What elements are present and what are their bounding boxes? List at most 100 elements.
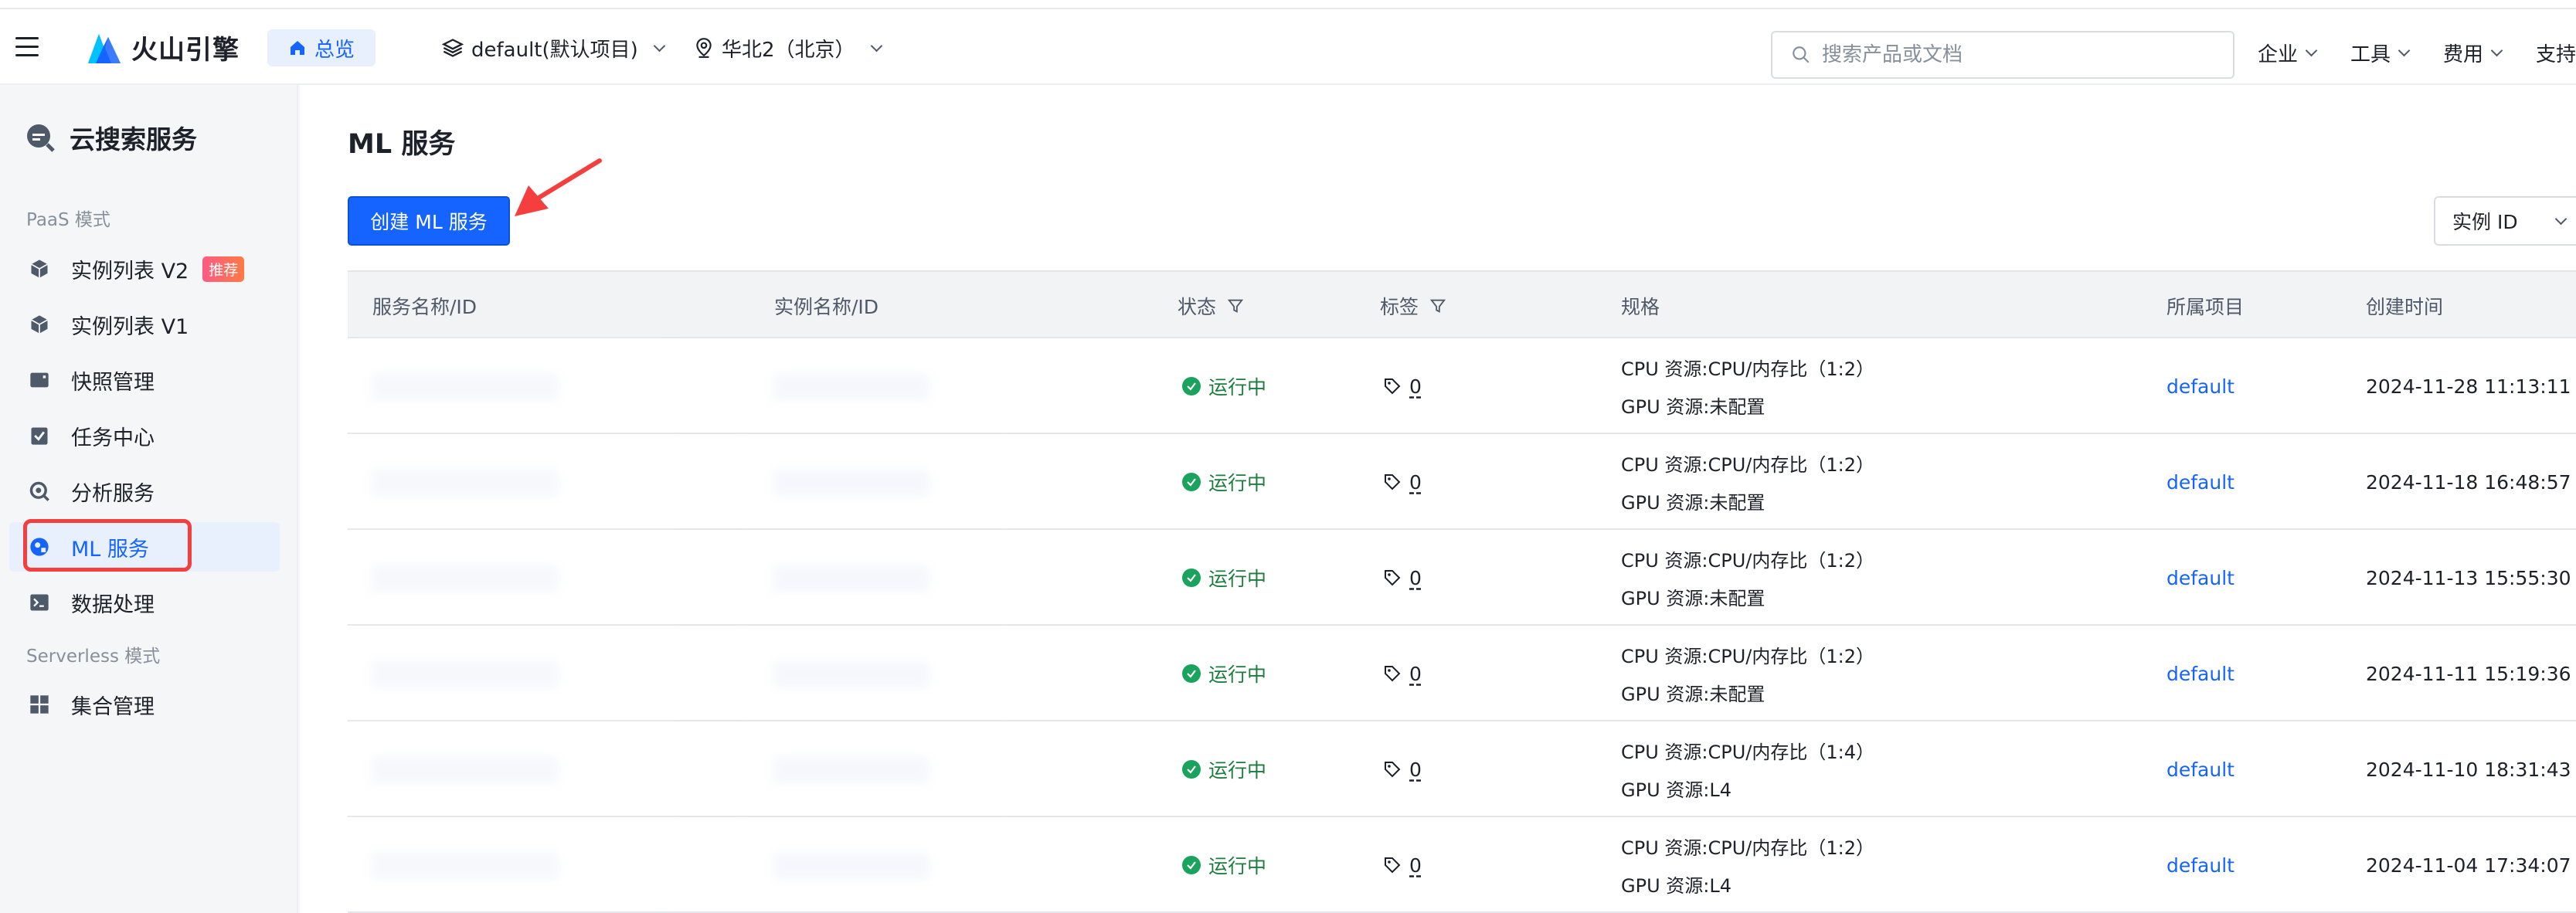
menu-billing[interactable]: 费用: [2443, 39, 2503, 67]
menu-icon[interactable]: [15, 37, 39, 57]
location-pin-icon: [696, 38, 712, 58]
overview-button[interactable]: 总览: [267, 29, 376, 66]
table-row[interactable]: 运行中 0 CPU 资源:CPU/内存比（1:2） GPU 资源:未配置 def…: [348, 338, 2576, 434]
tag-count[interactable]: 0: [1409, 854, 1422, 877]
table-row[interactable]: 运行中 0 CPU 资源:CPU/内存比（1:4） GPU 资源:L4 defa…: [348, 721, 2576, 817]
sidebar-item-snapshots[interactable]: 快照管理: [9, 355, 280, 405]
status-cell: 运行中: [1182, 626, 1266, 721]
menu-support[interactable]: 支持: [2536, 39, 2576, 67]
created-time: 2024-11-11 15:19:36: [2366, 662, 2571, 685]
project-link[interactable]: default: [2166, 817, 2234, 913]
table-row[interactable]: 运行中 0 CPU 资源:CPU/内存比（1:2） GPU 资源:未配置 def…: [348, 530, 2576, 626]
section-paas: PaaS 模式: [26, 210, 110, 230]
menu-billing-label: 费用: [2443, 43, 2484, 66]
filter-icon[interactable]: [1429, 297, 1446, 314]
service-title: 云搜索服务: [70, 124, 197, 154]
sidebar-item-task-center[interactable]: 任务中心: [9, 411, 280, 460]
sidebar: 云搜索服务 PaaS 模式 实例列表 V2 推荐 实例列表 V1 快照管理 任务…: [0, 85, 298, 913]
col-project: 所属项目: [2166, 272, 2244, 340]
chevron-down-icon: [2305, 44, 2318, 57]
created-time: 2024-11-28 11:13:11: [2366, 375, 2571, 398]
chevron-down-icon: [2398, 44, 2411, 57]
tags-cell[interactable]: 0: [1383, 721, 1422, 817]
check-circle-icon: [1182, 664, 1201, 683]
spec-cell: CPU 资源:CPU/内存比（1:4） GPU 资源:L4: [1621, 721, 1874, 817]
redaction-smear: [348, 442, 672, 519]
redaction-smear: [348, 538, 672, 615]
tags-cell[interactable]: 0: [1383, 434, 1422, 530]
gpu-spec: GPU 资源:未配置: [1621, 492, 1765, 514]
cube-icon: [28, 313, 51, 336]
redaction-smear: [734, 641, 1012, 711]
col-service-name: 服务名称/ID: [372, 272, 477, 340]
redaction-smear: [734, 354, 1012, 423]
main-content: ML 服务 创建 ML 服务 实例 ID 服务名称/ID 实例名称/ID 状态 …: [300, 85, 2576, 913]
cpu-spec: CPU 资源:CPU/内存比（1:2）: [1621, 550, 1875, 572]
cpu-spec: CPU 资源:CPU/内存比（1:2）: [1621, 358, 1875, 380]
table-row[interactable]: 运行中 0 CPU 资源:CPU/内存比（1:2） GPU 资源:未配置 def…: [348, 434, 2576, 530]
status-cell: 运行中: [1182, 817, 1266, 913]
filter-field-select[interactable]: 实例 ID: [2434, 196, 2576, 246]
menu-tools[interactable]: 工具: [2350, 39, 2411, 67]
chevron-down-icon: [2554, 212, 2567, 225]
project-link[interactable]: default: [2166, 338, 2234, 434]
col-status: 状态: [1178, 272, 1244, 340]
region-selector[interactable]: 华北2（北京）: [694, 29, 882, 66]
filter-icon[interactable]: [1227, 297, 1244, 314]
sidebar-item-instances-v1[interactable]: 实例列表 V1: [9, 300, 280, 349]
search-input[interactable]: [1822, 43, 2224, 66]
status-cell: 运行中: [1182, 530, 1266, 626]
table-row[interactable]: 运行中 0 CPU 资源:CPU/内存比（1:2） GPU 资源:L4 defa…: [348, 817, 2576, 913]
brand-logo[interactable]: 火山引擎: [85, 25, 240, 70]
cloud-search-icon: [27, 124, 55, 152]
col-created: 创建时间: [2366, 272, 2443, 340]
created-time: 2024-11-04 17:34:07: [2366, 854, 2571, 877]
tags-cell[interactable]: 0: [1383, 817, 1422, 913]
sidebar-item-data-processing[interactable]: 数据处理: [9, 578, 280, 627]
chevron-down-icon: [870, 39, 882, 52]
sidebar-item-instances-v2[interactable]: 实例列表 V2 推荐: [9, 244, 280, 294]
table-row[interactable]: 运行中 0 CPU 资源:CPU/内存比（1:2） GPU 资源:未配置 def…: [348, 626, 2576, 721]
cube-icon: [28, 257, 51, 280]
cpu-spec: CPU 资源:CPU/内存比（1:2）: [1621, 646, 1875, 667]
status-text: 运行中: [1208, 759, 1267, 782]
annotation-arrow-icon: [515, 158, 602, 216]
menu-enterprise[interactable]: 企业: [2258, 39, 2318, 67]
section-serverless: Serverless 模式: [26, 647, 161, 667]
status-text: 运行中: [1208, 376, 1267, 399]
sidebar-item-collections[interactable]: 集合管理: [9, 680, 280, 729]
global-search[interactable]: [1771, 31, 2234, 79]
redaction-smear: [734, 737, 1012, 806]
gpu-spec: GPU 资源:未配置: [1621, 588, 1765, 609]
tag-count[interactable]: 0: [1409, 567, 1422, 589]
tag-icon: [1385, 474, 1401, 490]
col-label: 状态: [1178, 296, 1217, 318]
annotation-highlight-box: [23, 519, 192, 572]
spec-cell: CPU 资源:CPU/内存比（1:2） GPU 资源:未配置: [1621, 434, 1874, 530]
project-link[interactable]: default: [2166, 626, 2234, 721]
status-text: 运行中: [1208, 855, 1267, 877]
tag-count[interactable]: 0: [1409, 759, 1422, 781]
tags-cell[interactable]: 0: [1383, 626, 1422, 721]
sidebar-item-analysis[interactable]: 分析服务: [9, 467, 280, 516]
tags-cell[interactable]: 0: [1383, 338, 1422, 434]
create-ml-service-button[interactable]: 创建 ML 服务: [348, 196, 510, 246]
project-link[interactable]: default: [2166, 434, 2234, 530]
project-link[interactable]: default: [2166, 721, 2234, 817]
chevron-down-icon: [2490, 44, 2503, 57]
cpu-spec: CPU 资源:CPU/内存比（1:2）: [1621, 837, 1875, 859]
tag-count[interactable]: 0: [1409, 375, 1422, 398]
tag-icon: [1385, 666, 1401, 682]
project-selector[interactable]: default(默认项目): [442, 29, 666, 66]
menu-tools-label: 工具: [2350, 43, 2391, 66]
status-text: 运行中: [1208, 568, 1267, 590]
gpu-spec: GPU 资源:L4: [1621, 875, 1731, 897]
project-link[interactable]: default: [2166, 530, 2234, 626]
layers-icon: [442, 39, 464, 57]
tag-count[interactable]: 0: [1409, 663, 1422, 685]
col-label: 所属项目: [2166, 296, 2245, 318]
tags-cell[interactable]: 0: [1383, 530, 1422, 626]
tag-icon: [1385, 570, 1401, 586]
redaction-smear: [348, 729, 672, 806]
tag-count[interactable]: 0: [1409, 471, 1422, 494]
